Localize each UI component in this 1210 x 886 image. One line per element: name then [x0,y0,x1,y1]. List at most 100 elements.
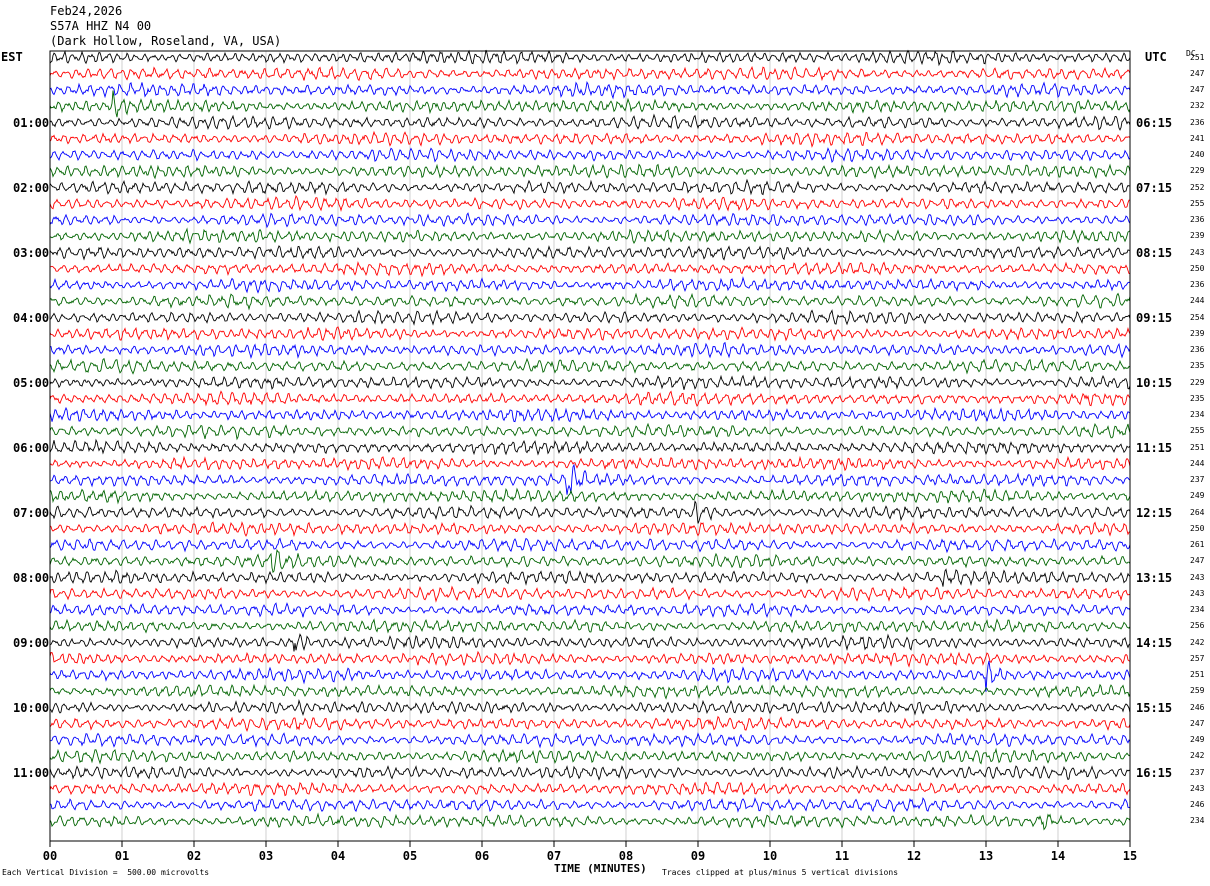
dc-offset-label: 234 [1190,816,1205,826]
seismic-trace [49,178,1131,196]
right-hour-label: 10:15 [1136,375,1173,390]
x-tick-label: 14 [1051,849,1065,863]
left-hour-label: 08:00 [13,570,50,585]
x-tick-label: 11 [835,849,849,863]
seismic-trace [49,747,1131,765]
dc-offset-label: 247 [1190,68,1205,78]
seismic-trace [49,715,1131,733]
x-tick-label: 05 [403,849,417,863]
right-hour-label: 14:15 [1136,635,1173,650]
dc-offset-label: 250 [1190,523,1205,533]
dc-offset-label: 247 [1190,85,1205,94]
dc-offset-label: 255 [1190,426,1205,436]
dc-offset-label: 254 [1190,312,1205,322]
seismic-trace [49,212,1131,229]
seismic-trace [49,65,1131,82]
left-timezone-label: EST [1,50,23,64]
dc-offset-label: 250 [1190,263,1205,273]
dc-offset-label: 234 [1190,605,1205,614]
seismic-trace [49,357,1131,375]
x-tick-label: 08 [619,849,633,863]
seismic-trace [49,455,1131,472]
clip-note: Traces clipped at plus/minus 5 vertical … [662,868,899,877]
dc-offset-label: 242 [1190,751,1205,761]
seismic-trace [49,487,1131,505]
seismic-trace [49,309,1131,326]
dc-offset-label: 247 [1190,718,1205,728]
dc-offset-label: 244 [1190,296,1205,306]
seismogram-plot: 00 01 02 03 04 05 06 07 08 09 10 11 12 13 14 15 [43,49,1137,863]
seismic-trace [49,292,1131,311]
dc-offset-label: 236 [1190,117,1205,127]
header-location: (Dark Hollow, Roseland, VA, USA) [50,34,282,48]
seismic-trace [49,390,1131,407]
dc-offset-label: 243 [1190,247,1205,257]
seismic-trace [49,341,1131,359]
dc-offset-label: 235 [1190,393,1205,403]
dc-offset-label: 242 [1190,637,1205,647]
seismic-trace [49,326,1131,342]
seismic-trace [49,781,1131,797]
dc-offset-label: 239 [1190,328,1205,338]
x-axis-title: TIME (MINUTES) [554,862,647,875]
dc-offset-label: 234 [1190,410,1205,419]
seismic-trace [49,618,1131,634]
left-hour-label: 05:00 [13,375,50,390]
seismic-trace [49,537,1131,554]
seismic-trace [49,195,1131,212]
seismic-trace [49,90,1131,118]
dc-offset-label: 243 [1190,572,1205,582]
seismic-trace [49,147,1131,164]
left-hour-label: 11:00 [13,765,50,780]
left-hour-label: 04:00 [13,310,50,325]
x-tick-label: 13 [979,849,993,863]
seismic-trace [49,245,1131,261]
dc-offset-label: 243 [1190,588,1205,598]
dc-offset-label: 261 [1190,540,1205,549]
left-hour-label: 02:00 [13,180,50,195]
right-hour-label: 16:15 [1136,765,1173,780]
left-hour-label: 06:00 [13,440,50,455]
x-tick-label: 00 [43,849,57,863]
dc-offset-label: 257 [1190,653,1205,663]
dc-offset-label: 251 [1190,442,1205,452]
dc-offset-label: 256 [1190,621,1205,631]
seismic-trace [49,732,1131,749]
dc-offset-label: 240 [1190,150,1205,159]
seismic-trace [49,602,1131,619]
seismic-trace [49,276,1131,294]
x-tick-label: 10 [763,849,777,863]
seismic-trace [49,227,1131,245]
left-hour-label: 01:00 [13,115,50,130]
dc-offset-label: 259 [1190,686,1205,696]
dc-offset-label: 252 [1190,182,1205,192]
left-hour-label: 03:00 [13,245,50,260]
seismic-trace [49,764,1131,781]
left-hour-label: 07:00 [13,505,50,520]
seismic-trace [49,163,1131,180]
x-axis-ticks: 00 01 02 03 04 05 06 07 08 09 10 11 12 13 14 15 [43,841,1137,863]
dc-offset-label: 237 [1190,767,1205,777]
seismic-trace [49,49,1131,67]
dc-offset-label: 247 [1190,556,1205,566]
x-tick-label: 09 [691,849,705,863]
x-tick-label: 06 [475,849,489,863]
x-tick-label: 07 [547,849,561,863]
right-hour-label: 08:15 [1136,245,1173,260]
dc-offset-label: 249 [1190,735,1205,744]
seismic-trace [49,260,1131,278]
dc-offset-label: 249 [1190,491,1205,501]
dc-offset-label: 264 [1190,507,1205,517]
right-hour-label: 13:15 [1136,570,1173,585]
dc-offset-label: 241 [1190,133,1205,143]
header-channel: S57A HHZ N4 00 [50,19,152,33]
seismic-trace [49,499,1131,524]
seismic-trace [49,548,1131,574]
seismic-trace [49,633,1131,652]
x-tick-label: 01 [115,849,129,863]
seismic-trace [49,374,1131,390]
seismic-trace [49,660,1131,692]
x-tick-label: 02 [187,849,201,863]
x-tick-label: 12 [907,849,921,863]
dc-offset-label: 246 [1190,702,1205,712]
